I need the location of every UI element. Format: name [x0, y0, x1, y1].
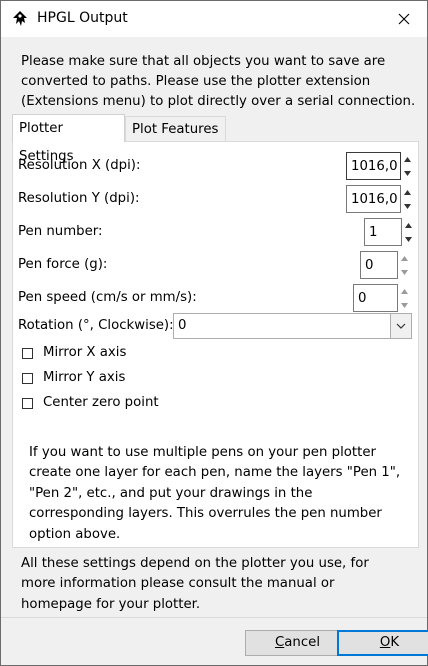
triangle-up-icon — [404, 156, 411, 162]
triangle-up-icon — [401, 255, 408, 261]
resolution-y-increment[interactable] — [402, 185, 413, 199]
pen-speed-arrows — [399, 284, 410, 312]
chevron-down-icon — [396, 323, 406, 329]
pen-number-arrows — [403, 218, 414, 246]
ok-button[interactable]: OK — [337, 630, 428, 656]
resolution-x-increment[interactable] — [402, 152, 413, 166]
tab-label: Plot Features — [132, 122, 219, 137]
mirror-y-label: Mirror Y axis — [43, 370, 126, 385]
pen-speed-spinbox[interactable] — [353, 284, 408, 312]
pen-speed-decrement[interactable] — [399, 298, 410, 312]
resolution-x-arrows — [402, 152, 413, 180]
mirror-x-box[interactable] — [22, 348, 33, 359]
triangle-down-icon — [401, 269, 408, 275]
pen-number-label: Pen number: — [18, 224, 103, 239]
pen-force-increment[interactable] — [399, 251, 410, 265]
resolution-x-input[interactable] — [347, 153, 402, 179]
triangle-down-icon — [405, 236, 412, 242]
pen-speed-label: Pen speed (cm/s or mm/s): — [18, 290, 197, 305]
resolution-x-decrement[interactable] — [402, 166, 413, 180]
triangle-down-icon — [401, 302, 408, 308]
intro-text: Please make sure that all objects you wa… — [21, 54, 416, 109]
tab-label: Plotter Settings — [19, 121, 74, 164]
mirror-x-label: Mirror X axis — [43, 345, 127, 360]
resolution-y-spinbox[interactable] — [346, 185, 411, 213]
triangle-down-icon — [404, 170, 411, 176]
resolution-x-spinbox[interactable] — [346, 152, 411, 180]
plotter-settings-note: All these settings depend on the plotter… — [21, 556, 369, 612]
multi-pen-note: If you want to use multiple pens on your… — [29, 445, 401, 542]
resolution-y-arrows — [402, 185, 413, 213]
window-title: HPGL Output — [37, 10, 128, 26]
pen-force-arrows — [399, 251, 410, 279]
pen-force-input[interactable] — [361, 252, 399, 278]
pen-force-spinbox[interactable] — [360, 251, 408, 279]
ok-label: K — [390, 635, 400, 650]
close-icon — [398, 13, 410, 25]
pen-speed-input[interactable] — [354, 285, 399, 311]
rotation-value: 0 — [178, 318, 187, 333]
pen-number-input[interactable] — [365, 219, 403, 245]
tab-plot-features[interactable]: Plot Features — [125, 116, 226, 141]
cancel-mnemonic: C — [274, 635, 285, 650]
triangle-up-icon — [401, 288, 408, 294]
mirror-y-box[interactable] — [22, 373, 33, 384]
tab-plotter-settings[interactable]: Plotter Settings — [12, 114, 125, 164]
triangle-up-icon — [404, 189, 411, 195]
pen-number-spinbox[interactable] — [364, 218, 412, 246]
triangle-up-icon — [405, 222, 412, 228]
resolution-y-decrement[interactable] — [402, 199, 413, 213]
cancel-label: ancel — [284, 635, 321, 650]
hpgl-output-dialog: HPGL Output Please make sure that all ob… — [0, 0, 428, 666]
resolution-y-label: Resolution Y (dpi): — [18, 191, 140, 206]
pen-force-label: Pen force (g): — [18, 257, 108, 272]
center-zero-box[interactable] — [22, 398, 33, 409]
cancel-button[interactable]: Cancel — [245, 630, 350, 656]
inkscape-logo-icon — [13, 11, 27, 26]
button-bar: Cancel OK — [1, 617, 428, 666]
ok-mnemonic: O — [379, 635, 391, 650]
pen-speed-increment[interactable] — [399, 284, 410, 298]
rotation-label: Rotation (°, Clockwise): — [18, 318, 174, 333]
pen-number-decrement[interactable] — [403, 232, 414, 246]
resolution-y-input[interactable] — [347, 186, 402, 212]
rotation-combobox[interactable]: 0 — [173, 313, 412, 339]
plotter-settings-panel: Resolution X (dpi): Resolution Y (dpi): — [12, 141, 419, 548]
pen-force-decrement[interactable] — [399, 265, 410, 279]
title-bar[interactable]: HPGL Output — [1, 1, 427, 37]
rotation-dropdown-button[interactable] — [390, 314, 411, 338]
pen-number-increment[interactable] — [403, 218, 414, 232]
center-zero-label: Center zero point — [43, 395, 159, 410]
close-button[interactable] — [381, 1, 427, 37]
triangle-down-icon — [404, 203, 411, 209]
